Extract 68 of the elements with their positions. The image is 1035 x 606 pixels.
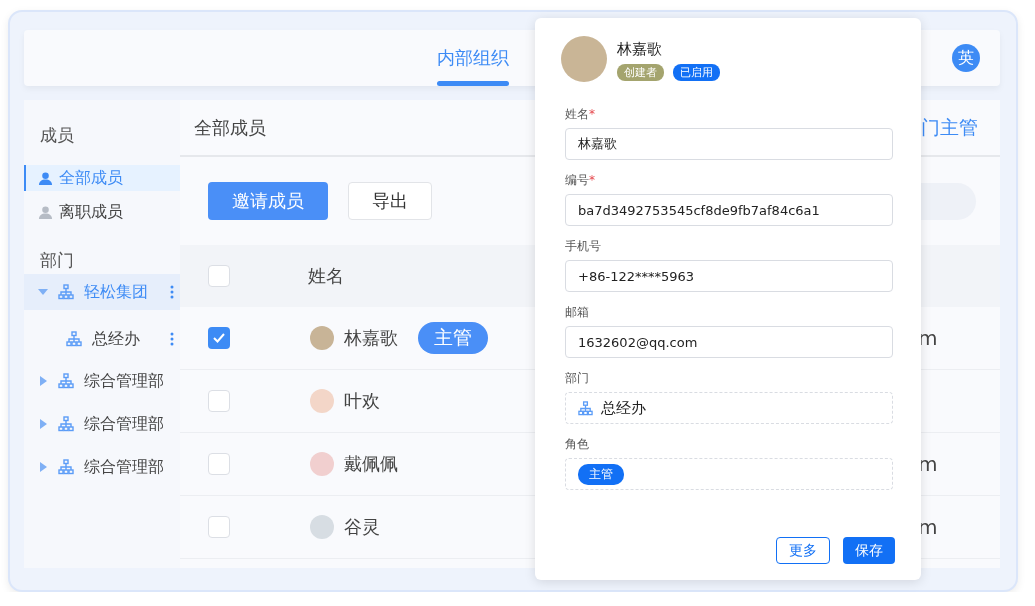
required-mark: * (589, 107, 595, 121)
caret-icon[interactable] (38, 419, 48, 429)
member-name: 林嘉歌 (617, 40, 663, 59)
table-cell-text: 戴佩佩 (344, 452, 399, 476)
caret-icon[interactable] (38, 287, 48, 297)
outline-button[interactable]: 导出 (348, 182, 432, 220)
checkbox[interactable] (208, 265, 230, 287)
org-chart-icon (66, 331, 82, 347)
org-chart-icon (58, 459, 74, 475)
field-label: 姓名 (565, 107, 589, 121)
avatar (310, 452, 334, 476)
status-tag: 创建者 (617, 64, 664, 81)
person-icon (38, 170, 53, 186)
role-badge: 主管 (418, 322, 488, 354)
caret-icon[interactable] (38, 376, 48, 386)
caret-icon[interactable] (38, 462, 48, 472)
avatar (561, 36, 607, 82)
avatar (310, 389, 334, 413)
more-icon[interactable] (170, 285, 174, 299)
check-icon (212, 331, 226, 345)
org-chart-icon (578, 400, 593, 416)
role-chip: 主管 (578, 463, 624, 485)
field-label: 手机号 (565, 239, 601, 253)
avatar (310, 515, 334, 539)
department-name: 综合管理部 (84, 456, 164, 478)
sidebar-item-label: 离职成员 (59, 201, 123, 223)
section-heading: 部门 (39, 249, 75, 272)
org-chart-icon (58, 284, 74, 300)
table-cell-text: 叶欢 (344, 389, 381, 413)
department-tree-item[interactable]: 综合管理部 (24, 449, 180, 485)
checkbox[interactable] (208, 516, 230, 538)
checkbox[interactable] (208, 390, 230, 412)
outline-button[interactable]: 更多 (776, 537, 830, 564)
input-field[interactable]: 林嘉歌 (565, 128, 893, 160)
sidebar-item-label: 全部成员 (59, 167, 123, 189)
sidebar-item[interactable]: 离职成员 (24, 199, 180, 225)
page-title: 全部成员 (194, 115, 266, 140)
field-label: 部门 (565, 371, 589, 385)
department-name: 总经办 (601, 398, 646, 418)
input-field[interactable]: 1632602@qq.com (565, 326, 893, 358)
department-tree-item[interactable]: 综合管理部 (24, 363, 180, 399)
person-icon (38, 204, 53, 220)
department-name: 综合管理部 (84, 370, 164, 392)
primary-button[interactable]: 保存 (843, 537, 895, 564)
department-name: 总经办 (92, 328, 140, 350)
role-field[interactable]: 主管 (565, 458, 893, 490)
checkbox[interactable] (208, 453, 230, 475)
avatar (310, 326, 334, 350)
required-mark: * (589, 173, 595, 187)
field-label: 角色 (565, 437, 589, 451)
department-tree-item[interactable]: 综合管理部 (24, 406, 180, 442)
input-field[interactable]: ba7d3492753545cf8de9fb7af84c6a1 (565, 194, 893, 226)
more-icon[interactable] (170, 332, 174, 346)
field-label: 编号 (565, 173, 589, 187)
status-tag: 已启用 (673, 64, 720, 81)
department-field[interactable]: 总经办 (565, 392, 893, 424)
field-label: 邮箱 (565, 305, 589, 319)
table-cell-text: 林嘉歌 (344, 326, 399, 350)
org-chart-icon (58, 416, 74, 432)
department-tree-item[interactable]: 总经办 (24, 319, 180, 359)
org-chart-icon (58, 373, 74, 389)
section-heading: 成员 (39, 124, 75, 147)
input-field[interactable]: +86-122****5963 (565, 260, 893, 292)
department-name: 轻松集团 (84, 281, 148, 303)
column-header: 姓名 (308, 264, 344, 288)
table-cell-text: 谷灵 (344, 515, 381, 539)
checkbox[interactable] (208, 327, 230, 349)
department-name: 综合管理部 (84, 413, 164, 435)
